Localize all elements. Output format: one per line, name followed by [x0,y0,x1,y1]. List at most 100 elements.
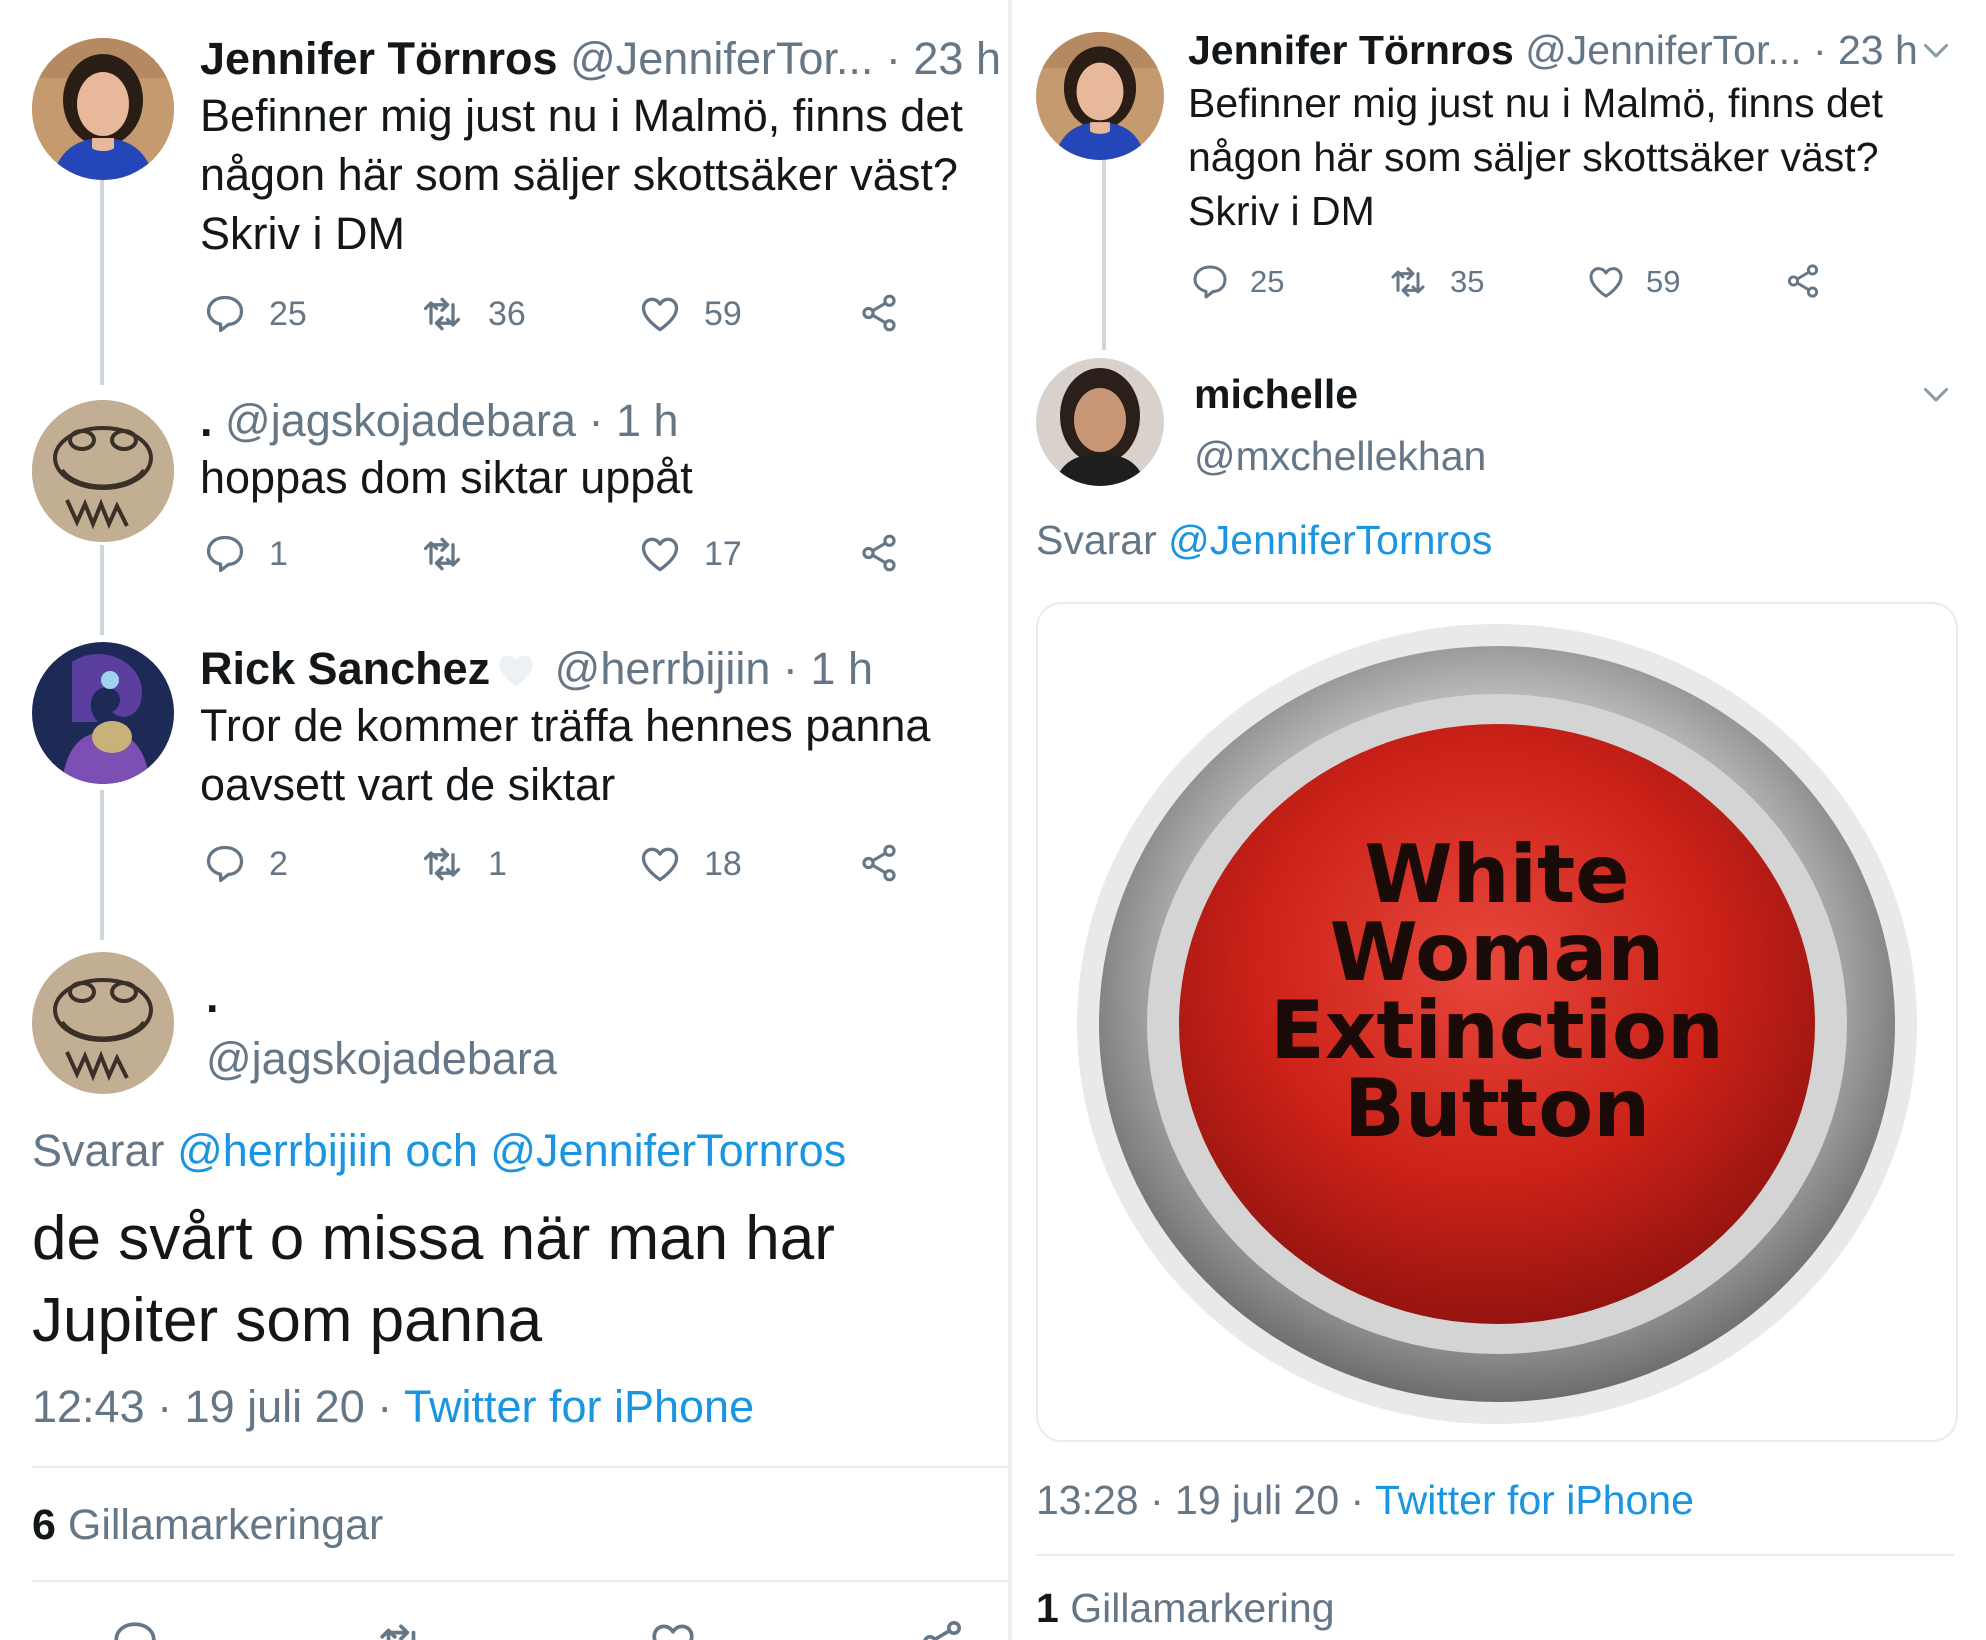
tweet-text-line: Befinner mig just nu i Malmö, finns det [1188,80,1884,126]
chevron-down-icon[interactable] [1918,376,1954,412]
replying-to-link[interactable]: @JenniferTornros [1168,517,1492,563]
author-name[interactable]: . [206,970,219,1024]
replying-to-link[interactable]: @herrbijiin och @JenniferTornros [177,1125,846,1176]
reply-count: 25 [269,294,307,333]
likes-label: Gillamarkeringar [67,1501,384,1549]
avatar[interactable] [32,642,174,784]
like-count: 17 [704,534,742,573]
reply-icon [1190,262,1230,302]
tweet-time[interactable]: · 23 h [1813,27,1918,73]
like-count: 59 [704,294,742,333]
avatar[interactable] [32,400,174,542]
likes-label: Gillamarkering [1070,1585,1335,1631]
share-button[interactable] [858,292,900,334]
tweet-timestamp: 13:28 · 19 juli 20 · [1036,1477,1365,1523]
tweet-source-link[interactable]: Twitter for iPhone [404,1381,754,1432]
reply-button[interactable]: 2 [203,842,288,886]
thread-line [100,545,104,635]
tweet-time[interactable]: · 23 h [886,33,1001,84]
reply-icon [203,842,247,886]
tweet-time[interactable]: · 1 h [588,395,678,446]
like-button[interactable]: 18 [638,842,742,886]
retweet-icon [418,532,466,576]
replying-to-prefix: Svarar [1036,517,1157,563]
retweet-icon [1386,262,1430,302]
retweet-icon [418,842,466,886]
share-button[interactable] [1784,262,1822,300]
share-button[interactable] [858,532,900,574]
likes-count: 6 [32,1501,56,1549]
reply-icon [203,532,247,576]
like-button[interactable]: 17 [638,532,742,576]
tweet-text: Tror de kommer träffa hennes panna oavse… [200,696,930,814]
share-button[interactable] [858,842,900,884]
share-icon[interactable] [918,1618,966,1640]
like-icon[interactable] [648,1618,698,1640]
tweet-text-line: hoppas dom siktar uppåt [200,452,693,503]
thread-line [100,790,104,940]
likes-summary[interactable]: 6 Gillamarkeringar [32,1500,383,1552]
avatar[interactable] [32,952,174,1094]
reply-count: 2 [269,844,288,883]
chevron-down-icon[interactable] [1918,32,1954,68]
tweet-source-link[interactable]: Twitter for iPhone [1375,1477,1694,1523]
image-caption-line: Button [1344,1062,1650,1155]
tweet-text-line: Skriv i DM [1188,188,1375,234]
avatar[interactable] [1036,358,1164,486]
author-handle[interactable]: @herrbijiin [555,643,771,694]
tweet-time[interactable]: · 1 h [783,643,873,694]
like-button[interactable]: 59 [1586,262,1680,302]
left-screenshot: Jennifer Törnros @JenniferTor... · 23 h … [0,0,1012,1640]
reply-count: 25 [1250,264,1285,299]
focus-tweet-text: de svårt o missa när man har Jupiter som… [32,1198,835,1362]
author-handle[interactable]: @JenniferTor... [570,33,873,84]
divider [32,1466,1008,1468]
author-handle[interactable]: @mxchellekhan [1194,432,1486,481]
tweet-text: Befinner mig just nu i Malmö, finns det … [200,86,963,263]
thread-line [100,180,104,385]
retweet-button[interactable] [418,532,488,576]
divider [1036,1554,1954,1556]
avatar[interactable] [32,38,174,180]
retweet-button[interactable]: 36 [418,292,526,336]
author-handle[interactable]: @jagskojadebara [225,395,576,446]
reply-button[interactable]: 1 [203,532,288,576]
like-count: 59 [1646,264,1681,299]
reply-button[interactable]: 25 [1190,262,1284,302]
reply-count: 1 [269,534,288,573]
like-count: 18 [704,844,742,883]
author-handle[interactable]: @JenniferTor... [1525,27,1801,73]
retweet-count: 36 [488,294,526,333]
tweet-text: Befinner mig just nu i Malmö, finns det … [1188,76,1883,238]
share-icon [858,842,900,884]
likes-summary[interactable]: 1 Gillamarkering [1036,1584,1335,1633]
author-name[interactable]: Rick Sanchez [200,643,490,694]
retweet-icon [418,292,466,336]
author-name[interactable]: . [200,395,213,446]
author-name[interactable]: Jennifer Törnros [200,33,558,84]
author-handle[interactable]: @jagskojadebara [206,1032,557,1086]
reply-button[interactable]: 25 [203,292,307,336]
like-button[interactable]: 59 [638,292,742,336]
avatar[interactable] [1036,32,1164,160]
retweet-button[interactable]: 35 [1386,262,1484,302]
reply-icon[interactable] [110,1618,160,1640]
reply-icon [203,292,247,336]
like-icon [1586,262,1626,302]
like-icon [638,292,682,336]
tweet-text-line: Befinner mig just nu i Malmö, finns det [200,90,963,141]
author-name[interactable]: Jennifer Törnros [1188,27,1514,73]
red-button-image: White Woman Extinction Button [1077,624,1917,1424]
retweet-button[interactable]: 1 [418,842,507,886]
retweet-count: 35 [1450,264,1485,299]
retweet-count: 1 [488,844,507,883]
tweet-timestamp: 12:43 · 19 juli 20 · [32,1381,393,1432]
share-icon [858,532,900,574]
retweet-icon[interactable] [375,1618,427,1640]
author-name[interactable]: michelle [1194,370,1358,419]
likes-count: 1 [1036,1585,1059,1631]
tweet-text-line: Tror de kommer träffa hennes panna [200,700,931,751]
attached-image[interactable]: White Woman Extinction Button [1036,602,1958,1442]
replying-to-prefix: Svarar [32,1125,165,1176]
tweet-text: hoppas dom siktar uppåt [200,448,693,507]
